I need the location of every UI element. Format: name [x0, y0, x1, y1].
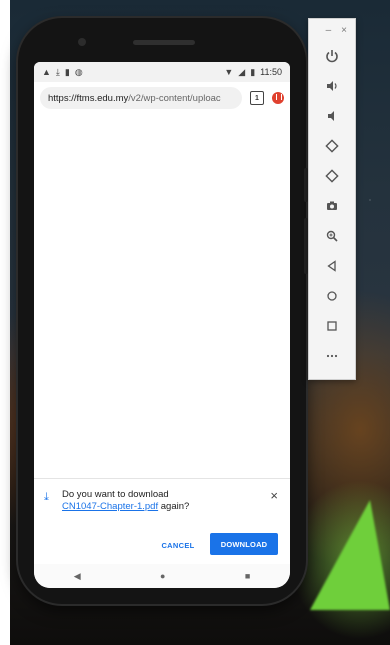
- rotate-left-icon[interactable]: [309, 131, 355, 161]
- download-prompt: ⤓ Do you want to download CN1047-Chapter…: [34, 478, 290, 565]
- shield-icon: ◍: [74, 66, 83, 77]
- front-camera: [78, 38, 86, 46]
- system-nav-bar: ◀ ● ■: [34, 564, 290, 588]
- sd-icon: ▮: [64, 66, 70, 77]
- back-icon[interactable]: [309, 251, 355, 281]
- earpiece-speaker: [133, 40, 195, 45]
- browser-toolbar: https://ftms.edu.my/v2/wp-content/uploac…: [34, 82, 290, 115]
- volume-up-icon[interactable]: [309, 71, 355, 101]
- url-bar[interactable]: https://ftms.edu.my/v2/wp-content/uploac: [40, 87, 242, 109]
- cancel-button[interactable]: CANCEL: [152, 535, 204, 555]
- nav-back-button[interactable]: ◀: [74, 571, 81, 582]
- status-time: 11:50: [260, 67, 282, 77]
- close-icon[interactable]: ×: [270, 489, 278, 502]
- status-bar: ▲ ⤓ ▮ ◍ ▼ ◢ ▮ 11:50: [34, 62, 290, 82]
- battery-icon: ▮: [250, 66, 256, 77]
- download-filename-link[interactable]: CN1047-Chapter-1.pdf: [62, 501, 158, 512]
- tab-count: 1: [255, 94, 259, 102]
- phone-frame: ▲ ⤓ ▮ ◍ ▼ ◢ ▮ 11:50 https://ftms.edu.my /…: [18, 18, 308, 604]
- close-window-button[interactable]: ×: [341, 25, 347, 36]
- download-button[interactable]: DOWNLOAD: [210, 533, 278, 555]
- download-icon: ⤓: [55, 66, 60, 77]
- more-icon[interactable]: [309, 341, 355, 371]
- overview-icon[interactable]: [309, 311, 355, 341]
- home-icon[interactable]: [309, 281, 355, 311]
- url-path: /v2/wp-content/uploac: [128, 92, 221, 104]
- phone-screen: ▲ ⤓ ▮ ◍ ▼ ◢ ▮ 11:50 https://ftms.edu.my /…: [34, 62, 290, 588]
- tab-switcher-button[interactable]: 1: [250, 91, 264, 105]
- alert-icon: ▲: [42, 66, 51, 77]
- rotate-right-icon[interactable]: [309, 161, 355, 191]
- url-host: https://ftms.edu.my: [48, 92, 129, 104]
- download-suffix: again?: [158, 501, 190, 512]
- power-icon[interactable]: [309, 41, 355, 71]
- nav-recents-button[interactable]: ■: [245, 571, 250, 581]
- emulator-toolbar: – ×: [308, 18, 356, 380]
- minimize-button[interactable]: –: [326, 25, 332, 36]
- wallpaper-tent: [310, 500, 390, 610]
- wifi-icon: ▼: [224, 66, 234, 77]
- page-content: [34, 114, 290, 478]
- zoom-icon[interactable]: [309, 221, 355, 251]
- download-message: Do you want to download CN1047-Chapter-1…: [62, 489, 252, 513]
- camera-icon[interactable]: [309, 191, 355, 221]
- download-arrow-icon: ⤓: [44, 491, 49, 503]
- download-question: Do you want to download: [62, 489, 169, 500]
- volume-down-icon[interactable]: [309, 101, 355, 131]
- nav-home-button[interactable]: ●: [160, 571, 165, 581]
- browser-menu-icon[interactable]: [272, 92, 284, 104]
- signal-icon: ◢: [238, 66, 246, 77]
